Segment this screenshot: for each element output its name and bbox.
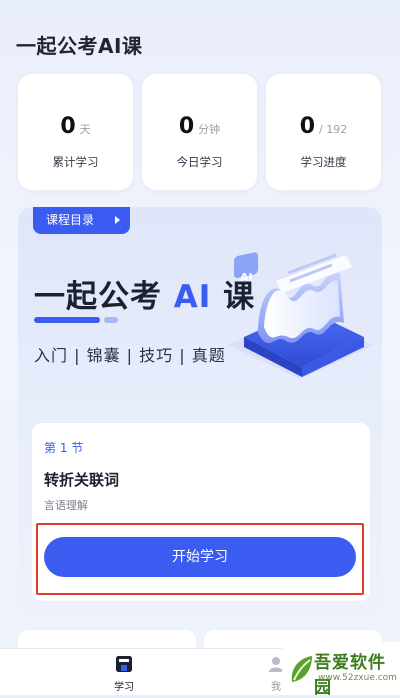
stat-value: 0 — [178, 114, 195, 139]
lesson-card[interactable]: 第 1 节 转折关联词 言语理解 开始学习 — [32, 423, 370, 601]
stat-unit: 分钟 — [198, 123, 221, 136]
stat-label: 今日学习 — [176, 155, 223, 169]
book-icon — [116, 656, 132, 672]
play-arrow-icon — [115, 216, 120, 224]
app-title: 一起公考AI课 — [16, 34, 143, 58]
stat-value: 0 — [60, 114, 76, 139]
stat-card-total-days[interactable]: 0天 累计学习 — [18, 74, 133, 190]
hero-subtitle: 入门 | 锦囊 | 技巧 | 真题 — [34, 346, 226, 365]
stat-label: 学习进度 — [300, 155, 347, 169]
course-panel: 课程目录 一起公考 AI 课 入门 | 锦囊 | 技巧 | 真题 AI 第 1 … — [18, 207, 382, 617]
lesson-number: 第 1 节 — [44, 441, 84, 455]
lesson-category: 言语理解 — [44, 499, 88, 512]
leaf-logo-icon — [291, 656, 312, 682]
course-catalog-button[interactable]: 课程目录 — [33, 207, 130, 234]
stat-label: 累计学习 — [52, 155, 99, 169]
watermark-url: www.52zxue.com — [318, 673, 397, 683]
stat-card-progress[interactable]: 0/ 192 学习进度 — [266, 74, 381, 190]
stat-unit: / 192 — [319, 123, 348, 136]
illustration-badge: AI — [240, 271, 253, 284]
highlight-frame: 开始学习 — [36, 523, 364, 595]
hero-underline-dot — [104, 317, 118, 323]
book-illustration: AI — [228, 252, 374, 379]
stat-card-today[interactable]: 0 分钟 今日学习 — [142, 74, 257, 190]
catalog-label: 课程目录 — [46, 213, 95, 227]
start-learning-button[interactable]: 开始学习 — [44, 537, 356, 577]
stats-row: 0天 累计学习 0 分钟 今日学习 0/ 192 学习进度 — [18, 74, 382, 192]
hero-title-ai: AI — [173, 279, 212, 315]
hero-underline — [34, 317, 100, 323]
stat-unit: 天 — [79, 123, 91, 136]
lesson-name: 转折关联词 — [44, 471, 120, 489]
site-watermark: 吾爱软件园 www.52zxue.com — [282, 642, 400, 698]
stat-value: 0 — [299, 114, 316, 139]
hero-title-part: 一起公考 — [34, 279, 174, 315]
